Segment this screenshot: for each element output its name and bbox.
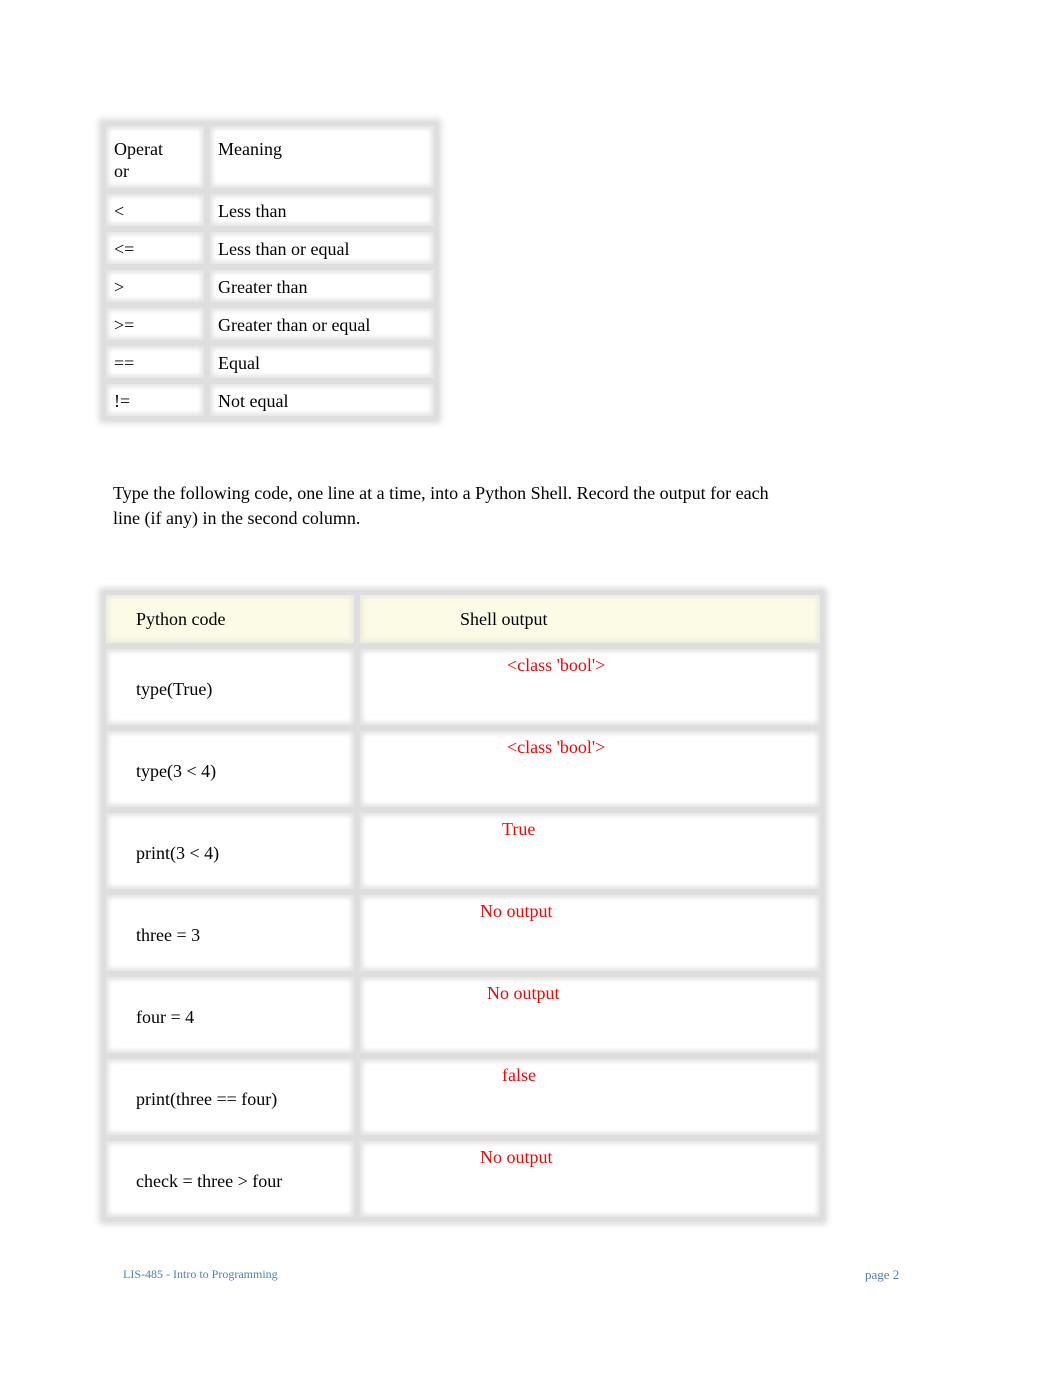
header-meaning: Meaning [207, 123, 437, 191]
output-cell[interactable]: <class 'bool'> [357, 728, 823, 810]
operator-cell: != [103, 381, 207, 419]
table-row: three = 3 No output [103, 892, 823, 974]
table-row: == Equal [103, 343, 437, 381]
code-cell: three = 3 [103, 892, 357, 974]
answer-text: false [502, 1065, 536, 1085]
header-shell-output: Shell output [357, 592, 823, 646]
code-cell: type(3 < 4) [103, 728, 357, 810]
header-python-code: Python code [103, 592, 357, 646]
table-row: <= Less than or equal [103, 229, 437, 267]
output-cell[interactable]: No output [357, 974, 823, 1056]
table-row: type(True) <class 'bool'> [103, 646, 823, 728]
table-row: print(3 < 4) True [103, 810, 823, 892]
footer-course-title: LIS-485 - Intro to Programming [123, 1267, 278, 1281]
answer-text: No output [480, 1147, 553, 1167]
output-cell[interactable]: No output [357, 892, 823, 974]
footer-page-number: page 2 [865, 1267, 900, 1282]
output-cell[interactable]: True [357, 810, 823, 892]
code-table-header: Python code Shell output [103, 592, 823, 646]
meaning-cell: Equal [207, 343, 437, 381]
code-cell: type(True) [103, 646, 357, 728]
answer-text: <class 'bool'> [507, 655, 606, 675]
output-cell[interactable]: false [357, 1056, 823, 1138]
answer-text: <class 'bool'> [507, 737, 606, 757]
table-row: < Less than [103, 191, 437, 229]
output-cell[interactable]: <class 'bool'> [357, 646, 823, 728]
meaning-cell: Greater than [207, 267, 437, 305]
code-cell: four = 4 [103, 974, 357, 1056]
code-cell: check = three > four [103, 1138, 357, 1220]
answer-text: True [502, 819, 536, 839]
code-output-table: Python code Shell output type(True) <cla… [103, 592, 823, 1220]
meaning-cell: Not equal [207, 381, 437, 419]
header-operator: Operat or [103, 123, 207, 191]
operators-table: Operat or Meaning < Less than <= Less th… [103, 123, 437, 419]
operator-cell: > [103, 267, 207, 305]
output-cell[interactable]: No output [357, 1138, 823, 1220]
answer-text: No output [480, 901, 553, 921]
table-row: type(3 < 4) <class 'bool'> [103, 728, 823, 810]
meaning-cell: Less than [207, 191, 437, 229]
operator-cell: >= [103, 305, 207, 343]
table-row: >= Greater than or equal [103, 305, 437, 343]
operator-cell: == [103, 343, 207, 381]
meaning-cell: Greater than or equal [207, 305, 437, 343]
meaning-cell: Less than or equal [207, 229, 437, 267]
table-row: four = 4 No output [103, 974, 823, 1056]
code-cell: print(3 < 4) [103, 810, 357, 892]
operator-cell: < [103, 191, 207, 229]
table-row: print(three == four) false [103, 1056, 823, 1138]
operators-table-header: Operat or Meaning [103, 123, 437, 191]
instructions-paragraph: Type the following code, one line at a t… [113, 483, 769, 528]
operator-cell: <= [103, 229, 207, 267]
table-row: > Greater than [103, 267, 437, 305]
answer-text: No output [487, 983, 560, 1003]
table-row: check = three > four No output [103, 1138, 823, 1220]
table-row: != Not equal [103, 381, 437, 419]
code-cell: print(three == four) [103, 1056, 357, 1138]
